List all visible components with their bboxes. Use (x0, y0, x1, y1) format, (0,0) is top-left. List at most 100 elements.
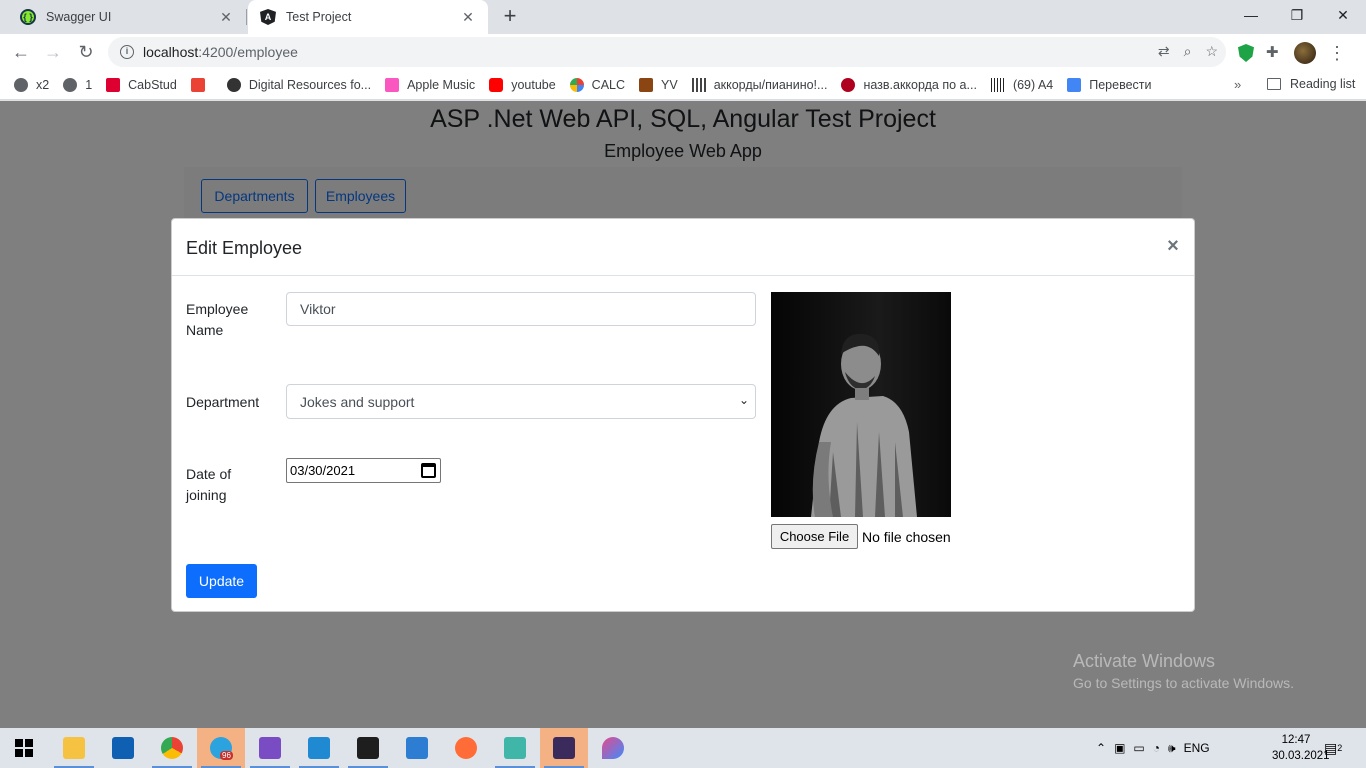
bookmarks-overflow-button[interactable]: » (1234, 77, 1241, 92)
bookmark-item[interactable]: Apple Music (385, 77, 475, 92)
tab-close-icon[interactable]: ✕ (460, 9, 476, 26)
taskbar-tool[interactable] (491, 728, 539, 768)
bible-icon (639, 77, 654, 92)
department-select[interactable]: Jokes and support ⌄ (286, 384, 756, 419)
volume-icon[interactable]: 🕪 (1168, 741, 1176, 756)
reload-icon[interactable]: ↻ (73, 39, 99, 65)
bookmark-item[interactable]: CALC (569, 77, 626, 92)
angular-icon: A (260, 9, 276, 25)
windows-taskbar: 96 ⌃ ▣ ▭ ◔ 🕪 ENG 12:47 30.03.2021 ▤ 2 (0, 728, 1366, 768)
choose-file-button[interactable]: Choose File (771, 524, 858, 549)
window-app-icon (406, 737, 428, 759)
reading-list-button[interactable]: Reading list (1267, 77, 1355, 91)
bookmark-label: CabStud (128, 77, 177, 92)
taskbar-clock[interactable]: 12:47 30.03.2021 (1272, 732, 1330, 764)
visual-studio-icon (259, 737, 281, 759)
bookmark-item[interactable]: YV (639, 77, 678, 92)
url-text: localhost:4200/employee (143, 44, 298, 60)
tray-overflow-icon[interactable]: ⌃ (1096, 741, 1106, 755)
globe-icon (63, 77, 78, 92)
address-bar[interactable]: i localhost:4200/employee ⇄ ⌕ ☆ (108, 37, 1226, 67)
chevron-down-icon: ⌄ (738, 393, 749, 407)
taskbar-paint[interactable] (589, 728, 637, 768)
shield-extension-icon[interactable] (1238, 44, 1254, 62)
folder-icon (63, 737, 85, 759)
employee-name-value: Viktor (300, 301, 336, 317)
taskbar-app[interactable] (393, 728, 441, 768)
bookmark-label: YV (661, 77, 678, 92)
wifi-icon[interactable]: ◔ (1153, 741, 1160, 755)
network-tray-icon[interactable]: ▣ (1114, 741, 1125, 755)
taskbar-mail[interactable] (99, 728, 147, 768)
calendar-icon[interactable] (421, 463, 436, 478)
extensions-puzzle-icon[interactable]: ✚ (1266, 45, 1282, 61)
bookmark-item[interactable] (190, 77, 213, 92)
taskbar-telegram[interactable] (197, 728, 245, 768)
bookmark-item[interactable]: (69) A4 (990, 77, 1053, 92)
watermark-subtitle: Go to Settings to activate Windows. (1073, 675, 1294, 691)
battery-icon[interactable]: ▭ (1133, 741, 1144, 755)
date-of-joining-input[interactable]: 03/30/2021 (286, 458, 441, 483)
url-host: localhost (143, 44, 199, 60)
paint-drop-icon (602, 737, 624, 759)
angular-icon (106, 77, 121, 92)
taskbar-file-explorer[interactable] (50, 728, 98, 768)
bookmark-item[interactable]: 1 (63, 77, 92, 92)
kebab-menu-icon[interactable]: ⋮ (1328, 44, 1346, 62)
bookmark-item[interactable]: CabStud (106, 77, 177, 92)
taskbar-chrome[interactable] (148, 728, 196, 768)
notification-count: 2 (1337, 743, 1343, 753)
forward-arrow-icon[interactable]: → (40, 39, 66, 65)
minimize-button[interactable]: — (1228, 0, 1274, 30)
employee-name-label: Employee Name (186, 301, 249, 338)
bookmark-item[interactable]: Перевести (1067, 77, 1152, 92)
watermark-title: Activate Windows (1073, 651, 1216, 671)
language-indicator[interactable]: ENG (1184, 741, 1210, 755)
clock-date: 30.03.2021 (1272, 750, 1330, 762)
site-info-icon[interactable]: i (120, 45, 134, 59)
bookmark-label: youtube (511, 77, 556, 92)
tab-title: Swagger UI (46, 10, 112, 24)
bookmark-item[interactable]: youtube (489, 77, 556, 92)
google-translate-icon (1067, 77, 1082, 92)
tab-test-project[interactable]: A Test Project ✕ (248, 0, 488, 34)
piano-icon (691, 77, 706, 92)
bookmark-label: Перевести (1089, 77, 1152, 92)
url-path: :4200/employee (198, 44, 298, 60)
postman-icon (455, 737, 477, 759)
bookmark-label: назв.аккорда по а... (863, 77, 977, 92)
tab-swagger-ui[interactable]: { } Swagger UI ✕ (8, 0, 246, 34)
bookmark-item[interactable]: Digital Resources fo... (226, 77, 371, 92)
taskbar-visual-studio[interactable] (246, 728, 294, 768)
employee-photo (771, 292, 951, 517)
bookmark-star-icon[interactable]: ☆ (1205, 43, 1218, 60)
update-button[interactable]: Update (186, 564, 257, 598)
windows-logo-icon (15, 739, 33, 757)
bookmark-label: CALC (591, 77, 626, 92)
maximize-button[interactable]: ❐ (1274, 0, 1320, 30)
new-tab-button[interactable]: + (498, 5, 522, 29)
bookmark-item[interactable]: назв.аккорда по а... (841, 77, 977, 92)
back-arrow-icon[interactable]: ← (8, 39, 34, 65)
action-center-button[interactable]: ▤ 2 (1324, 728, 1342, 768)
omnibox-actions: ⇄ ⌕ ☆ (1158, 43, 1218, 60)
bookmark-label: аккорды/пианино!... (713, 77, 828, 92)
zoom-icon[interactable]: ⌕ (1184, 43, 1192, 60)
bookmark-item[interactable]: x2 (14, 77, 49, 92)
tab-title: Test Project (286, 10, 352, 24)
taskbar-vscode[interactable] (295, 728, 343, 768)
tab-close-icon[interactable]: ✕ (218, 9, 234, 26)
profile-avatar[interactable] (1294, 42, 1316, 64)
youtube-icon (489, 77, 504, 92)
bookmark-item[interactable]: аккорды/пианино!... (691, 77, 828, 92)
taskbar-terminal[interactable] (344, 728, 392, 768)
department-value: Jokes and support (300, 393, 415, 410)
taskbar-console[interactable] (540, 728, 588, 768)
translate-icon[interactable]: ⇄ (1158, 43, 1170, 60)
employee-name-input[interactable]: Viktor (286, 292, 756, 326)
start-button[interactable] (0, 728, 48, 768)
modal-header: Edit Employee × (172, 219, 1194, 276)
modal-close-button[interactable]: × (1162, 236, 1184, 258)
taskbar-postman[interactable] (442, 728, 490, 768)
close-window-button[interactable]: ✕ (1320, 0, 1366, 30)
